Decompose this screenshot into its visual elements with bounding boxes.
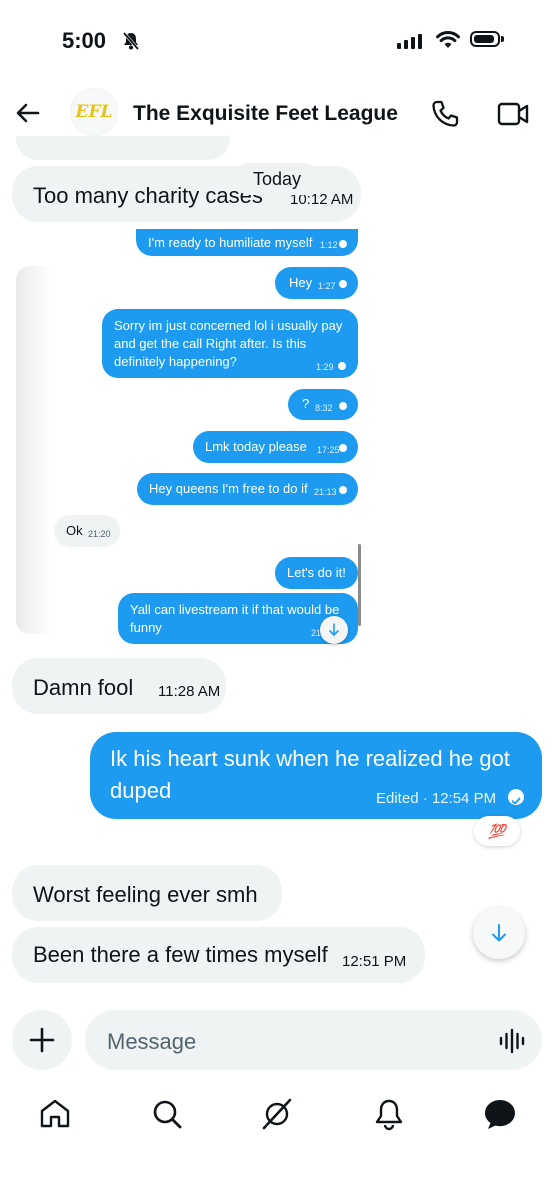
embedded-message-time: 1:29 — [316, 362, 334, 372]
battery-icon — [470, 31, 500, 47]
message-text: Ik his heart sunk when he realized he go… — [110, 746, 510, 771]
embedded-message-text: definitely happening? — [114, 354, 237, 369]
screenshot-shadow-edge — [16, 266, 52, 634]
search-icon[interactable] — [150, 1097, 184, 1136]
embedded-scrollbar — [358, 544, 361, 626]
embedded-message-text: ? — [302, 396, 310, 411]
message-bubble-incoming[interactable]: Damn fool 11:28 AM — [12, 658, 226, 714]
embedded-message-time: 1:12 — [320, 240, 338, 250]
shared-screenshot-image[interactable]: I'm ready to humiliate myself 1:12 Hey 1… — [0, 229, 364, 653]
message-text: Been there a few times myself — [33, 942, 328, 967]
embedded-message-time: 21:20 — [88, 529, 111, 539]
reaction-100-icon[interactable]: 💯 — [474, 816, 520, 846]
embedded-message-incoming: Ok 21:20 — [54, 515, 120, 547]
embedded-message-text: Yall can livestream it if that would be — [130, 602, 340, 617]
message-time: 11:28 AM — [158, 683, 221, 700]
message-bubble-incoming[interactable]: Been there a few times myself 12:51 PM — [12, 927, 425, 983]
bell-icon[interactable] — [372, 1097, 406, 1136]
embedded-message-outgoing: Hey queens I'm free to do if 21:13 — [137, 473, 358, 505]
arrow-left-icon[interactable] — [14, 99, 42, 132]
message-time: 12:51 PM — [342, 953, 407, 970]
embedded-message-time: 8:32 — [315, 403, 333, 413]
message-text: Worst feeling ever smh — [33, 882, 258, 907]
embedded-message-text: Ok — [66, 523, 83, 538]
wifi-icon — [435, 30, 461, 55]
read-check-icon — [508, 789, 524, 805]
embedded-message-text: Sorry im just concerned lol i usually pa… — [114, 318, 343, 333]
bell-slash-icon — [121, 31, 141, 56]
embedded-scroll-down-button — [320, 616, 348, 644]
read-check-icon — [339, 486, 347, 494]
embedded-message-outgoing: Sorry im just concerned lol i usually pa… — [102, 309, 358, 378]
embedded-message-outgoing: Hey 1:27 — [275, 267, 358, 299]
add-attachment-button[interactable] — [12, 1010, 72, 1070]
embedded-message-text: and get the call Right after. Is this — [114, 336, 307, 351]
message-text: Damn fool — [33, 675, 134, 700]
read-check-icon — [339, 444, 347, 452]
status-time: 5:00 — [62, 28, 107, 53]
message-bubble-incoming[interactable]: Worst feeling ever smh — [12, 865, 282, 921]
messages-icon[interactable] — [483, 1097, 517, 1136]
embedded-message-time: 17:25 — [317, 445, 340, 455]
embedded-message-outgoing: I'm ready to humiliate myself 1:12 — [136, 229, 358, 256]
date-divider: Today — [234, 163, 320, 195]
previous-message-bubble — [16, 136, 230, 160]
conversation-title[interactable]: The Exquisite Feet League — [133, 102, 398, 126]
read-check-icon — [338, 362, 346, 370]
avatar[interactable]: EFL — [70, 88, 118, 136]
message-edited-time: Edited · 12:54 PM — [376, 790, 497, 807]
home-icon[interactable] — [38, 1097, 72, 1136]
embedded-message-text: Lmk today please — [205, 439, 307, 454]
embedded-message-time: 21:13 — [314, 487, 337, 497]
cellular-signal-icon — [397, 33, 422, 49]
embedded-message-time: 1:27 — [318, 281, 336, 291]
embedded-message-outgoing: Lmk today please 17:25 — [193, 431, 358, 463]
message-text: duped — [110, 778, 172, 803]
embedded-message-text: Let's do it! — [287, 565, 346, 580]
grok-icon[interactable] — [260, 1097, 294, 1136]
embedded-message-text: I'm ready to humiliate myself — [148, 235, 313, 250]
embedded-message-text: Hey queens I'm free to do if — [149, 481, 308, 496]
read-check-icon — [339, 280, 347, 288]
embedded-message-text: funny — [130, 620, 162, 635]
battery-tip — [501, 36, 504, 42]
phone-icon[interactable] — [430, 99, 460, 134]
message-input[interactable]: Message — [85, 1010, 542, 1070]
embedded-message-text: Hey — [289, 275, 313, 290]
embedded-message-outgoing: Let's do it! — [275, 557, 358, 589]
video-camera-icon[interactable] — [497, 101, 529, 132]
message-bubble-outgoing[interactable]: Ik his heart sunk when he realized he go… — [90, 732, 542, 819]
embedded-message-outgoing: ? 8:32 — [288, 389, 358, 420]
read-check-icon — [339, 240, 347, 248]
message-placeholder: Message — [107, 1029, 197, 1054]
voice-waveform-icon[interactable] — [498, 1027, 526, 1060]
read-check-icon — [339, 402, 347, 410]
scroll-to-bottom-button[interactable] — [473, 907, 525, 959]
message-text: Too many charity cases — [33, 183, 263, 208]
plus-icon — [29, 1027, 55, 1053]
